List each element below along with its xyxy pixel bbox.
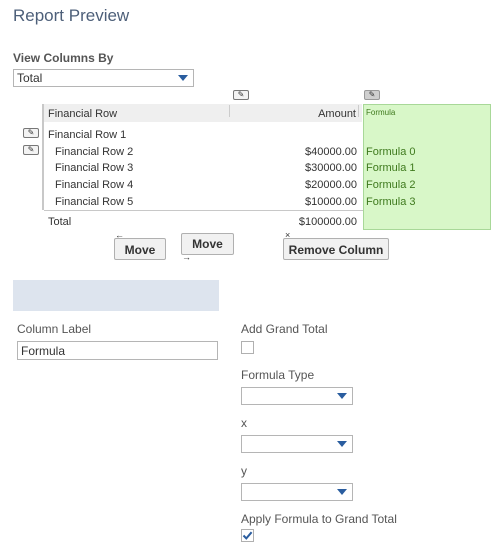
total-amount: $100000.00 xyxy=(298,216,357,228)
view-columns-select[interactable]: Total xyxy=(13,69,194,87)
pencil-icon: ✎ xyxy=(368,90,376,99)
add-grand-total-checkbox[interactable] xyxy=(241,341,254,354)
edit-formula-column-button[interactable]: ✎ xyxy=(364,90,380,100)
table-row-label: Financial Row 5 xyxy=(55,196,134,208)
table-row-formula: Formula 3 xyxy=(366,196,416,208)
column-label-label: Column Label xyxy=(17,322,92,336)
add-grand-total-label: Add Grand Total xyxy=(241,322,328,336)
remove-column-button[interactable]: Remove Column xyxy=(283,238,389,260)
checkmark-icon xyxy=(242,531,253,540)
table-row-formula: Formula 2 xyxy=(366,179,416,191)
table-row-formula: Formula 1 xyxy=(366,162,416,174)
apply-formula-label: Apply Formula to Grand Total xyxy=(241,512,397,526)
formula-type-select[interactable] xyxy=(241,387,353,405)
table-row-amount: $40000.00 xyxy=(305,146,357,158)
grid-left-border xyxy=(42,104,44,210)
table-row-label: Financial Row 2 xyxy=(55,146,134,158)
arrow-right-icon: → xyxy=(182,252,191,262)
move-left-button[interactable]: Move xyxy=(114,238,166,260)
grid-bottom-border xyxy=(44,210,363,211)
column-label-input[interactable]: Formula xyxy=(17,341,218,360)
x-select[interactable] xyxy=(241,435,353,453)
chevron-down-icon xyxy=(337,393,347,399)
header-financial-row: Financial Row xyxy=(48,108,118,120)
pencil-icon: ✎ xyxy=(237,90,245,99)
table-row-amount: $20000.00 xyxy=(305,179,357,191)
chevron-down-icon xyxy=(337,489,347,495)
section-header-panel xyxy=(13,280,219,311)
column-divider xyxy=(358,105,359,117)
view-columns-label: View Columns By xyxy=(13,51,114,65)
column-divider xyxy=(229,105,230,117)
edit-row-button[interactable]: ✎ xyxy=(23,145,39,155)
edit-row-button[interactable]: ✎ xyxy=(23,128,39,138)
x-label: x xyxy=(241,416,247,430)
edit-column-button[interactable]: ✎ xyxy=(233,90,249,100)
y-label: y xyxy=(241,464,247,478)
table-row-label: Financial Row 3 xyxy=(55,162,134,174)
apply-formula-checkbox[interactable] xyxy=(241,529,254,542)
pencil-icon: ✎ xyxy=(27,128,35,137)
view-columns-selected: Total xyxy=(17,71,43,85)
page-title: Report Preview xyxy=(13,6,130,25)
table-row-amount: $10000.00 xyxy=(305,196,357,208)
chevron-down-icon xyxy=(337,441,347,447)
table-row-label: Financial Row 1 xyxy=(48,129,127,141)
table-row-amount: $30000.00 xyxy=(305,162,357,174)
header-amount: Amount xyxy=(318,108,356,120)
table-row-formula: Formula 0 xyxy=(366,146,416,158)
chevron-down-icon xyxy=(178,75,188,81)
y-select[interactable] xyxy=(241,483,353,501)
total-label: Total xyxy=(48,216,72,228)
header-formula: Formula xyxy=(366,108,396,117)
pencil-icon: ✎ xyxy=(27,145,35,154)
table-row-label: Financial Row 4 xyxy=(55,179,134,191)
formula-type-label: Formula Type xyxy=(241,368,315,382)
